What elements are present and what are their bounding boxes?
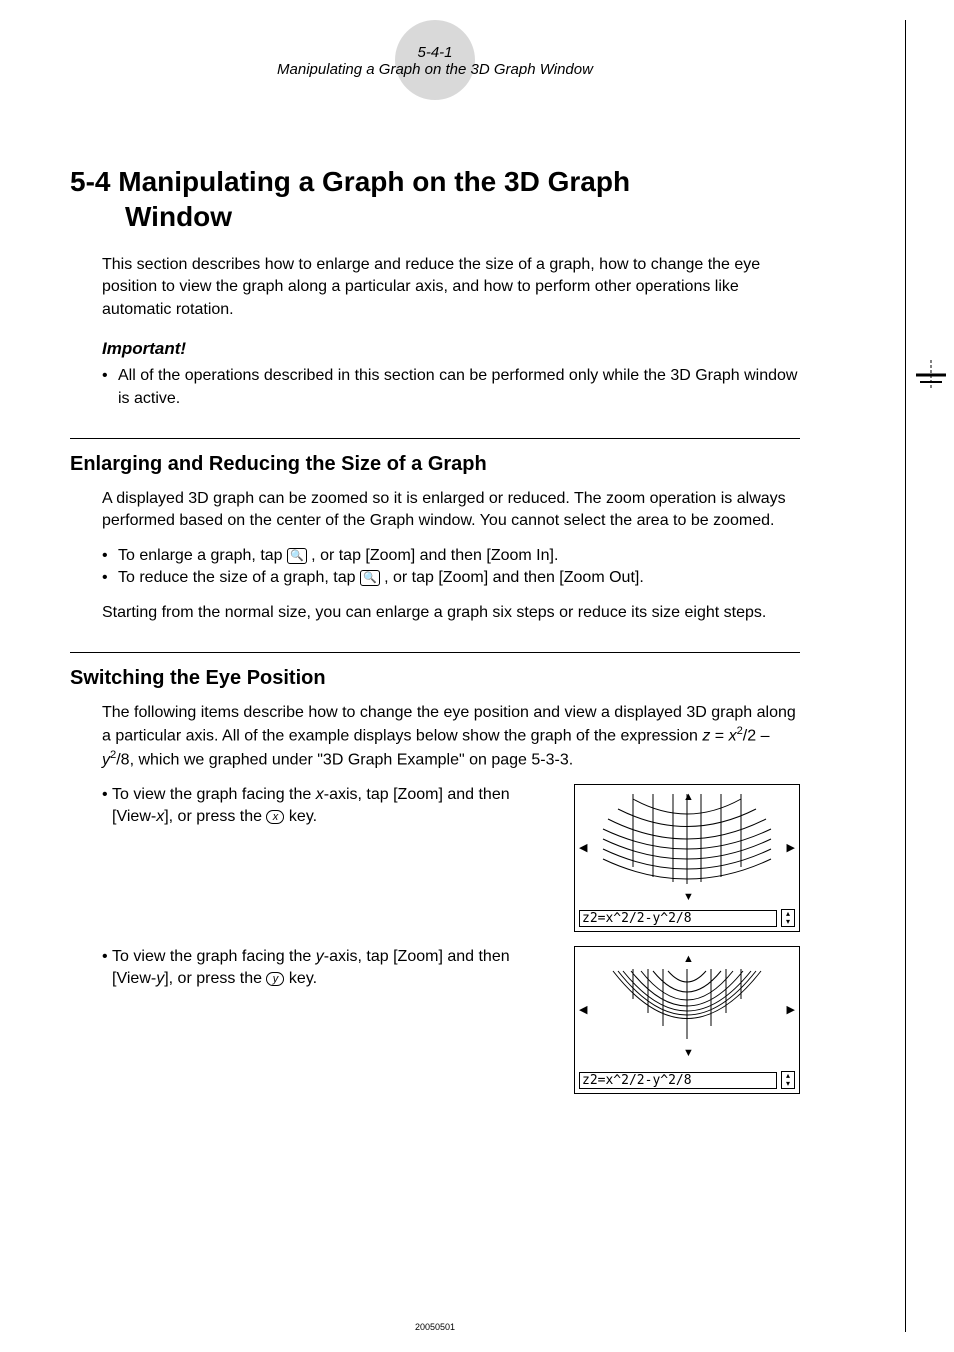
- text-part: To reduce the size of a graph, tap: [118, 569, 360, 586]
- view-x-row: • To view the graph facing the x-axis, t…: [102, 784, 800, 932]
- section1-bullet1: • To enlarge a graph, tap 🔍 , or tap [Zo…: [102, 545, 800, 567]
- text-part: key.: [284, 970, 317, 987]
- text-part: , which we graphed under "3D Graph Examp…: [130, 751, 574, 768]
- zoom-out-icon: 🔍: [360, 570, 380, 586]
- heading-line1: Manipulating a Graph on the 3D Graph: [118, 166, 630, 197]
- header-text: 5-4-1 Manipulating a Graph on the 3D Gra…: [70, 44, 800, 78]
- bullet-dot: •: [102, 365, 118, 410]
- main-heading: 5-4 Manipulating a Graph on the 3D Graph…: [70, 164, 800, 234]
- view-y-screenshot: ▲ ◀ ▶ ▼ z2=x^2/2-y^2/8 ▴▾: [574, 946, 800, 1094]
- divider-1: [70, 438, 800, 439]
- section1-bullet2: • To reduce the size of a graph, tap 🔍 ,…: [102, 567, 800, 589]
- down-arrow-icon: ▼: [683, 891, 694, 903]
- page-content: 5-4-1 Manipulating a Graph on the 3D Gra…: [0, 0, 870, 1148]
- text-part: The following items describe how to chan…: [102, 704, 796, 745]
- equation-text: y: [102, 751, 110, 768]
- left-arrow-icon: ◀: [579, 1003, 587, 1016]
- bullet-text: To enlarge a graph, tap 🔍 , or tap [Zoom…: [118, 545, 800, 567]
- formula-bar: z2=x^2/2-y^2/8: [579, 1072, 777, 1089]
- view-x-bullet: • To view the graph facing the x-axis, t…: [102, 784, 554, 829]
- important-bullet-text: All of the operations described in this …: [118, 365, 800, 410]
- section2-heading: Switching the Eye Position: [70, 667, 800, 690]
- important-label: Important!: [102, 339, 800, 359]
- bullet-dot: •: [102, 545, 118, 567]
- x-key-icon: x: [266, 810, 284, 824]
- section1-para1: A displayed 3D graph can be zoomed so it…: [102, 488, 800, 533]
- text-part: To view the graph facing the: [112, 948, 316, 965]
- text-part: ], or press the: [164, 808, 266, 825]
- y-key-icon: y: [266, 972, 284, 986]
- section2-para1: The following items describe how to chan…: [102, 702, 800, 772]
- down-arrow-icon: ▼: [683, 1047, 694, 1059]
- divider-2: [70, 652, 800, 653]
- up-arrow-icon: ▲: [683, 953, 694, 965]
- up-arrow-icon: ▲: [683, 791, 694, 803]
- text-part: ], or press the: [164, 970, 266, 987]
- view-y-row: • To view the graph facing the y-axis, t…: [102, 946, 800, 1094]
- bullet-text: To view the graph facing the x-axis, tap…: [112, 784, 554, 829]
- page-right-border: [905, 20, 906, 1332]
- equation-text: x: [729, 728, 737, 745]
- footer-date: 20050501: [0, 1322, 870, 1332]
- heading-prefix: 5-4: [70, 166, 118, 197]
- text-part: To enlarge a graph, tap: [118, 547, 287, 564]
- right-arrow-icon: ▶: [787, 1003, 795, 1016]
- right-arrow-icon: ▶: [787, 841, 795, 854]
- equation-text: z: [702, 728, 710, 745]
- section1-para2: Starting from the normal size, you can e…: [102, 602, 800, 624]
- left-arrow-icon: ◀: [579, 841, 587, 854]
- intro-paragraph: This section describes how to enlarge an…: [102, 254, 800, 321]
- bullet-text: To reduce the size of a graph, tap 🔍 , o…: [118, 567, 800, 589]
- section1-heading: Enlarging and Reducing the Size of a Gra…: [70, 453, 800, 476]
- heading-line2: Window: [70, 199, 800, 234]
- scroll-control-icon: ▴▾: [781, 1071, 795, 1089]
- bullet-text: To view the graph facing the y-axis, tap…: [112, 946, 554, 991]
- text-part: To view the graph facing the: [112, 786, 316, 803]
- important-bullet: • All of the operations described in thi…: [102, 365, 800, 410]
- bullet-dot: •: [102, 567, 118, 589]
- axis-var: x: [316, 786, 324, 803]
- formula-bar: z2=x^2/2-y^2/8: [579, 910, 777, 927]
- bullet-dot: •: [102, 784, 112, 829]
- text-part: , or tap [Zoom] and then [Zoom Out].: [384, 569, 644, 586]
- bullet-dot: •: [102, 946, 112, 991]
- header-title: Manipulating a Graph on the 3D Graph Win…: [70, 61, 800, 78]
- graph-x-view: [593, 789, 781, 904]
- crop-mark-icon: [916, 360, 946, 395]
- axis-var: y: [316, 948, 324, 965]
- page-header: 5-4-1 Manipulating a Graph on the 3D Gra…: [70, 40, 800, 124]
- zoom-in-icon: 🔍: [287, 548, 307, 564]
- view-y-bullet: • To view the graph facing the y-axis, t…: [102, 946, 554, 991]
- header-page-number: 5-4-1: [70, 44, 800, 61]
- text-part: , or tap [Zoom] and then [Zoom In].: [311, 547, 558, 564]
- text-part: key.: [284, 808, 317, 825]
- view-x-screenshot: ▲ ◀ ▶ ▼ z2=x^2/2-y^2/8 ▴▾: [574, 784, 800, 932]
- scroll-control-icon: ▴▾: [781, 909, 795, 927]
